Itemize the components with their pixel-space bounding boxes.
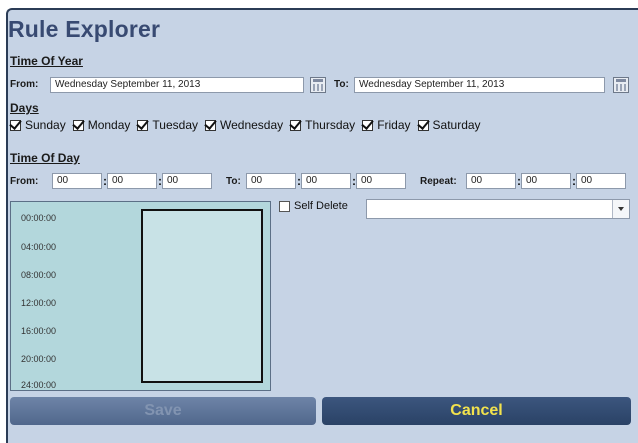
year-from-label: From: [10,79,39,90]
timeline-tick: 00:00:00 [21,213,57,223]
repeat-label: Repeat: [420,176,457,187]
sunday-checkbox[interactable] [10,119,21,131]
day-label: Monday [87,118,131,132]
time-range-block[interactable] [141,209,263,383]
day-label: Wednesday [220,118,284,132]
day-from-minutes[interactable]: 00 [107,173,157,189]
day-timeline[interactable]: 00:00:00 04:00:00 08:00:00 12:00:00 16:0… [10,201,271,391]
day-to-hours[interactable]: 00 [246,173,296,189]
day-to-seconds[interactable]: 00 [356,173,406,189]
year-from-calendar-icon[interactable] [310,77,326,93]
timeline-tick: 08:00:00 [21,270,57,280]
self-delete-dropdown[interactable] [366,199,630,219]
year-to-calendar-icon[interactable] [613,77,629,93]
year-from-field[interactable]: Wednesday September 11, 2013 [50,77,304,93]
monday-checkbox[interactable] [72,119,84,131]
day-from-label: From: [10,176,39,187]
repeat-hours[interactable]: 00 [466,173,516,189]
time-of-day-heading: Time Of Day [10,151,80,165]
time-of-year-heading: Time Of Year [10,54,83,68]
cancel-button[interactable]: Cancel [322,397,631,425]
self-delete-label: Self Delete [294,200,348,212]
day-monday[interactable]: Monday [72,118,131,132]
day-label: Tuesday [152,118,198,132]
self-delete-checkbox[interactable] [279,200,290,212]
day-from-seconds[interactable]: 00 [162,173,212,189]
year-to-field[interactable]: Wednesday September 11, 2013 [354,77,605,93]
timeline-tick: 12:00:00 [21,298,57,308]
day-saturday[interactable]: Saturday [417,118,481,132]
friday-checkbox[interactable] [362,119,374,131]
days-row: Sunday Monday Tuesday Wednesday Thursday… [10,118,488,132]
day-sunday[interactable]: Sunday [10,118,66,132]
days-heading: Days [10,101,39,115]
day-label: Sunday [25,118,66,132]
save-button[interactable]: Save [10,397,316,425]
timeline-tick: 16:00:00 [21,326,57,336]
day-to-label: To: [226,176,241,187]
repeat-seconds[interactable]: 00 [576,173,626,189]
year-to-label: To: [334,79,349,90]
day-from-hours[interactable]: 00 [52,173,102,189]
self-delete-option[interactable]: Self Delete [279,200,348,212]
dialog-title: Rule Explorer [8,16,161,42]
chevron-down-icon[interactable] [612,200,629,218]
day-label: Saturday [432,118,481,132]
wednesday-checkbox[interactable] [205,119,216,131]
day-wednesday[interactable]: Wednesday [205,118,283,132]
timeline-tick: 04:00:00 [21,242,57,252]
day-thursday[interactable]: Thursday [290,118,355,132]
repeat-minutes[interactable]: 00 [521,173,571,189]
saturday-checkbox[interactable] [417,119,429,131]
day-friday[interactable]: Friday [362,118,411,132]
day-to-minutes[interactable]: 00 [301,173,351,189]
day-label: Thursday [305,118,356,132]
tuesday-checkbox[interactable] [137,119,149,131]
timeline-tick: 20:00:00 [21,354,57,364]
timeline-tick: 24:00:00 [21,380,57,390]
thursday-checkbox[interactable] [290,119,302,131]
day-label: Friday [377,118,411,132]
day-tuesday[interactable]: Tuesday [137,118,198,132]
